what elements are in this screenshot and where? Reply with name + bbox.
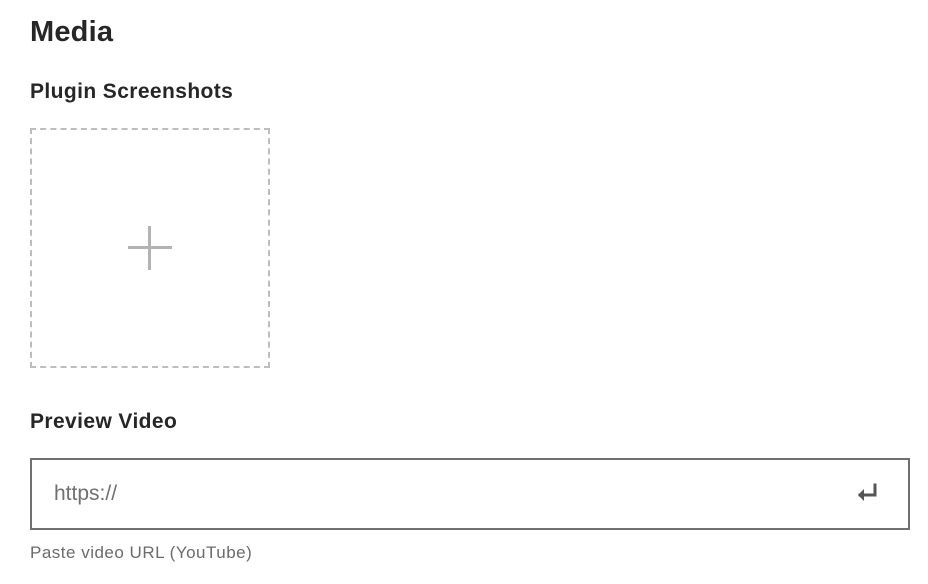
video-url-field — [30, 458, 910, 530]
preview-video-label: Preview Video — [30, 410, 178, 433]
section-title: Media — [30, 16, 114, 48]
plugin-screenshots-label: Plugin Screenshots — [30, 80, 234, 103]
video-url-input[interactable] — [32, 460, 852, 528]
video-url-help-text: Paste video URL (YouTube) — [30, 543, 253, 562]
enter-return-icon[interactable] — [852, 479, 882, 509]
add-screenshot-button[interactable] — [30, 128, 270, 368]
plus-icon — [128, 226, 172, 270]
